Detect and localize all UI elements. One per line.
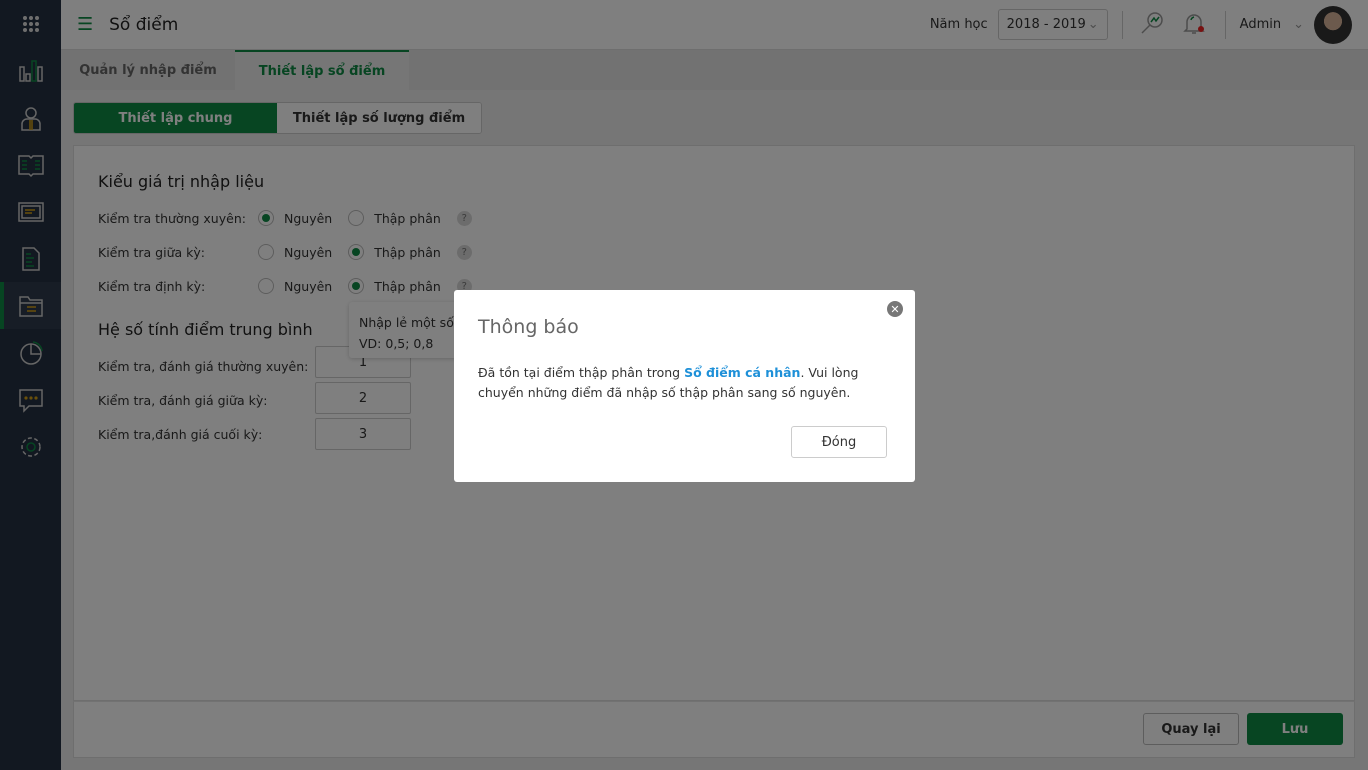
close-button[interactable]: Đóng	[791, 426, 887, 458]
dialog-message: Đã tồn tại điểm thập phân trong Sổ điểm …	[478, 365, 859, 400]
dialog-title: Thông báo	[478, 316, 579, 338]
close-icon[interactable]: ✕	[887, 301, 903, 317]
notification-dialog: Thông báo ✕ Đã tồn tại điểm thập phân tr…	[454, 290, 915, 482]
personal-gradebook-link[interactable]: Sổ điểm cá nhân	[684, 365, 800, 380]
